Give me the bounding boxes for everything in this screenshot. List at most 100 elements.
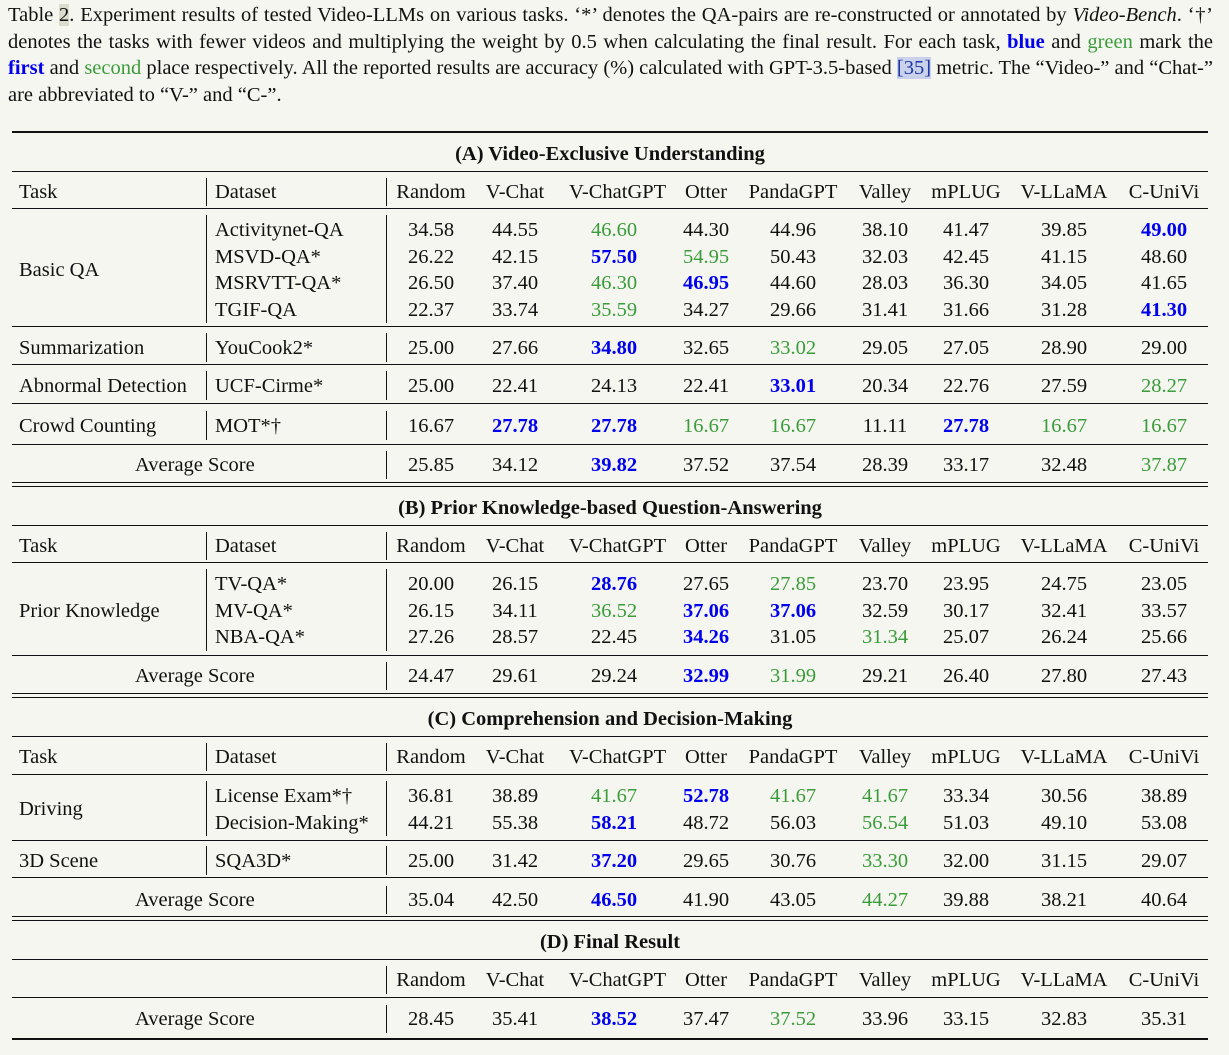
table-rule — [12, 131, 1208, 134]
value-cell: 33.74 — [491, 298, 539, 321]
task-name: 3D Scene — [19, 850, 99, 872]
value-cell: 55.38 — [491, 811, 539, 834]
header-model: PandaGPT — [748, 535, 838, 557]
caption-blue-word: blue — [1007, 30, 1045, 53]
value-cell: 27.78 — [942, 415, 990, 437]
value-cell: 27.80 — [1040, 665, 1088, 687]
value-cell: 30.76 — [769, 850, 817, 872]
value-cell: 16.67 — [769, 415, 817, 437]
header-model: V-LLaMA — [1020, 535, 1108, 557]
value-cell: 39.82 — [590, 454, 638, 476]
value-cell: 44.21 — [407, 811, 455, 834]
value-cell: 16.67 — [407, 415, 455, 437]
value-cell: 23.70 — [861, 573, 909, 595]
value-cell: 44.55 — [491, 219, 539, 241]
caption-first-word: first — [8, 57, 45, 79]
value-cell: 28.27 — [1140, 375, 1188, 397]
value-cell: 44.27 — [861, 889, 909, 911]
table-rule — [12, 920, 1208, 922]
header-dataset: Dataset — [215, 535, 277, 557]
value-cell: 51.03 — [942, 811, 990, 834]
value-cell: 26.22 — [407, 245, 455, 268]
value-cell: 22.45 — [590, 626, 638, 648]
value-cell: 56.54 — [861, 811, 909, 834]
value-cell: 27.05 — [942, 337, 990, 359]
dataset-name: MOT*† — [215, 415, 282, 437]
value-cell: 27.78 — [491, 415, 539, 437]
header-model: Otter — [684, 969, 728, 991]
average-label: Average Score — [135, 665, 255, 687]
value-cell: 29.07 — [1140, 850, 1188, 872]
value-cell: 37.52 — [769, 1008, 817, 1030]
header-model: Otter — [684, 746, 728, 768]
dataset-name: Activitynet-QA — [215, 219, 344, 241]
citation-link[interactable]: [35] — [896, 57, 932, 79]
table-rule — [12, 959, 1208, 961]
section-title: (A) Video-Exclusive Understanding — [455, 143, 765, 165]
header-dataset: Dataset — [215, 181, 277, 203]
value-cell: 28.39 — [861, 454, 909, 476]
table-rule — [12, 208, 1208, 210]
value-cell: 37.40 — [491, 272, 539, 294]
caption-green-word: green — [1087, 30, 1133, 53]
value-cell: 34.12 — [491, 454, 539, 476]
header-model: Valley — [858, 181, 912, 203]
value-cell: 37.20 — [590, 850, 638, 872]
table-rule — [12, 171, 1208, 173]
value-cell: 35.59 — [590, 298, 638, 321]
value-cell: 31.34 — [861, 626, 909, 648]
header-model: V-Chat — [485, 746, 545, 768]
header-model: mPLUG — [931, 535, 1001, 557]
value-cell: 27.65 — [682, 573, 730, 595]
value-cell: 35.04 — [407, 889, 455, 911]
value-cell: 16.67 — [1140, 415, 1188, 437]
value-cell: 32.65 — [682, 337, 730, 359]
value-cell: 41.15 — [1040, 245, 1088, 268]
value-cell: 46.95 — [682, 272, 730, 294]
value-cell: 33.57 — [1140, 599, 1188, 622]
value-cell: 57.50 — [590, 245, 638, 268]
table-rule — [12, 364, 1208, 366]
dataset-name: YouCook2* — [215, 337, 314, 359]
value-cell: 34.05 — [1040, 272, 1088, 294]
table-rule — [12, 562, 1208, 564]
value-cell: 23.95 — [942, 573, 990, 595]
dataset-name: NBA-QA* — [215, 626, 305, 648]
dataset-name: TV-QA* — [215, 573, 288, 595]
value-cell: 11.11 — [862, 415, 908, 437]
value-cell: 41.65 — [1140, 272, 1188, 294]
task-name: Prior Knowledge — [19, 599, 160, 622]
value-cell: 37.47 — [682, 1008, 730, 1030]
value-cell: 40.64 — [1140, 889, 1188, 911]
value-cell: 31.28 — [1040, 298, 1088, 321]
value-cell: 43.05 — [769, 889, 817, 911]
value-cell: 34.80 — [590, 337, 638, 359]
column-divider — [206, 215, 208, 323]
header-model: V-ChatGPT — [569, 181, 667, 203]
value-cell: 49.10 — [1040, 811, 1088, 834]
value-cell: 32.48 — [1040, 454, 1088, 476]
section-title: (C) Comprehension and Decision-Making — [427, 708, 793, 730]
dataset-name: Decision-Making* — [215, 811, 369, 834]
header-model: Otter — [684, 535, 728, 557]
value-cell: 31.05 — [769, 626, 817, 648]
caption-and-2: and — [44, 57, 85, 79]
column-divider — [206, 333, 208, 362]
column-divider — [206, 781, 208, 836]
value-cell: 38.21 — [1040, 889, 1088, 911]
header-model: V-LLaMA — [1020, 181, 1108, 203]
value-cell: 36.52 — [590, 599, 638, 622]
caption-table-number[interactable]: 2 — [59, 4, 70, 26]
column-divider — [206, 178, 208, 206]
value-cell: 32.03 — [861, 245, 909, 268]
task-name: Summarization — [19, 337, 145, 359]
value-cell: 50.43 — [769, 245, 817, 268]
header-model: Otter — [684, 181, 728, 203]
header-model: V-ChatGPT — [569, 969, 667, 991]
value-cell: 33.30 — [861, 850, 909, 872]
value-cell: 41.30 — [1140, 298, 1188, 321]
value-cell: 38.52 — [590, 1008, 638, 1030]
table-rule — [12, 1038, 1208, 1041]
value-cell: 58.21 — [590, 811, 638, 834]
value-cell: 27.26 — [407, 626, 455, 648]
